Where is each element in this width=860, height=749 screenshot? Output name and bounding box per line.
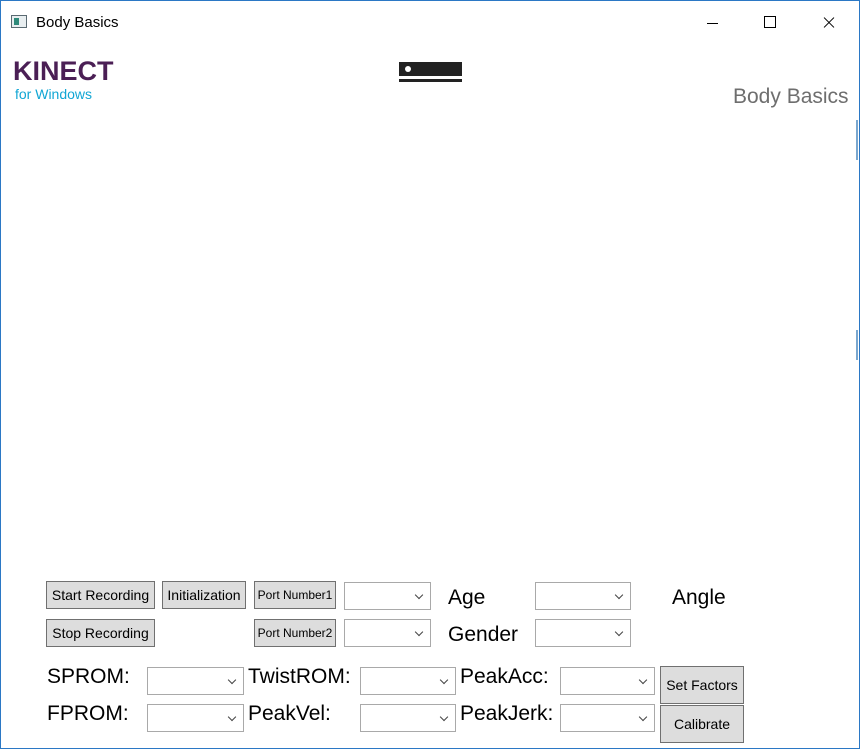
age-label: Age	[448, 586, 486, 609]
set-factors-button[interactable]: Set Factors	[660, 666, 744, 704]
window-title: Body Basics	[36, 14, 119, 31]
chevron-down-icon	[227, 712, 237, 722]
gender-dropdown[interactable]	[535, 619, 631, 647]
port-number2-button[interactable]: Port Number2	[254, 619, 336, 647]
peakjerk-label: PeakJerk:	[460, 702, 554, 725]
age-dropdown[interactable]	[535, 582, 631, 610]
scrollbar-top[interactable]	[856, 120, 858, 160]
chevron-down-icon	[414, 627, 424, 637]
title-bar[interactable]: Body Basics	[1, 1, 859, 45]
chevron-down-icon	[614, 627, 624, 637]
body-view-canvas	[1, 116, 853, 576]
initialization-button[interactable]: Initialization	[162, 581, 246, 609]
peakacc-label: PeakAcc:	[460, 665, 549, 688]
page-title: Body Basics	[733, 85, 849, 108]
peakvel-dropdown[interactable]	[360, 704, 456, 732]
chevron-down-icon	[638, 712, 648, 722]
sprom-dropdown[interactable]	[147, 667, 244, 695]
app-icon	[11, 15, 27, 28]
fprom-dropdown[interactable]	[147, 704, 244, 732]
port-number2-dropdown[interactable]	[344, 619, 431, 647]
peakvel-label: PeakVel:	[248, 702, 331, 725]
twistrom-dropdown[interactable]	[360, 667, 456, 695]
gender-label: Gender	[448, 623, 519, 646]
stop-recording-button[interactable]: Stop Recording	[46, 619, 155, 647]
port-number1-button[interactable]: Port Number1	[254, 581, 336, 609]
chevron-down-icon	[614, 590, 624, 600]
kinect-logo: KINECT	[13, 56, 114, 86]
peakacc-dropdown[interactable]	[560, 667, 655, 695]
angle-label: Angle	[672, 586, 726, 609]
kinect-logo-subtitle: for Windows	[15, 86, 93, 102]
kinect-sensor-icon	[399, 62, 462, 84]
chevron-down-icon	[439, 712, 449, 722]
scrollbar-bottom[interactable]	[856, 330, 858, 360]
sprom-label: SPROM:	[47, 665, 130, 688]
port-number1-dropdown[interactable]	[344, 582, 431, 610]
chevron-down-icon	[638, 675, 648, 685]
twistrom-label: TwistROM:	[248, 665, 351, 688]
start-recording-button[interactable]: Start Recording	[46, 581, 155, 609]
chevron-down-icon	[439, 675, 449, 685]
close-icon[interactable]	[799, 1, 857, 45]
minimize-icon[interactable]	[683, 1, 741, 45]
peakjerk-dropdown[interactable]	[560, 704, 655, 732]
calibrate-button[interactable]: Calibrate	[660, 705, 744, 743]
chevron-down-icon	[227, 675, 237, 685]
chevron-down-icon	[414, 590, 424, 600]
maximize-icon[interactable]	[741, 1, 799, 45]
fprom-label: FPROM:	[47, 702, 129, 725]
